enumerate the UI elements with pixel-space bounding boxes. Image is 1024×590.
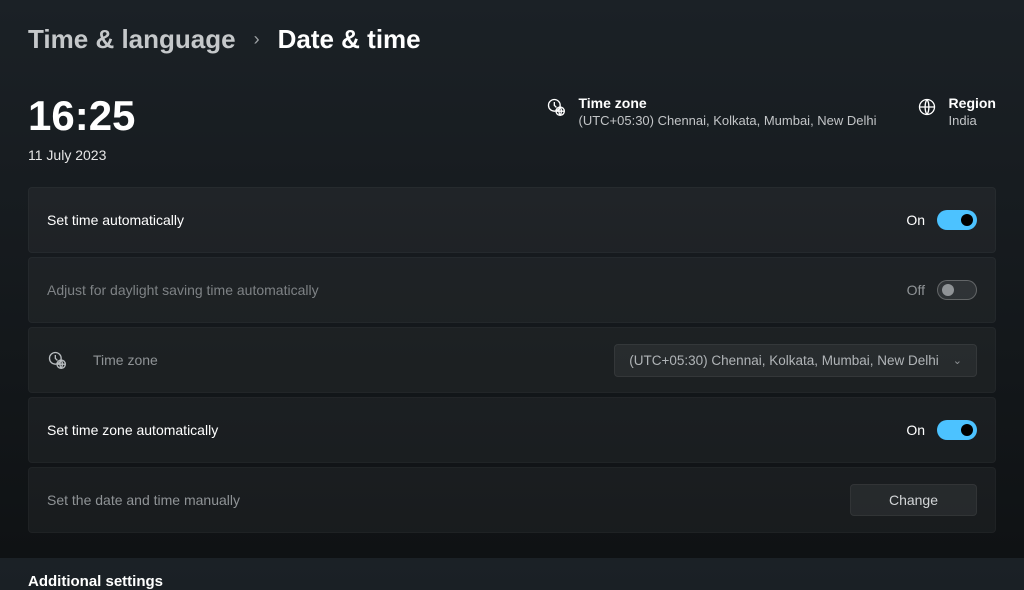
hero-region-label: Region — [949, 95, 996, 111]
clock-globe-icon — [546, 97, 566, 117]
section-heading-additional: Additional settings — [28, 573, 996, 590]
toggle-set-timezone-automatically[interactable] — [937, 420, 977, 440]
hero-timezone-info: Time zone (UTC+05:30) Chennai, Kolkata, … — [546, 95, 876, 128]
card-timezone[interactable]: Time zone (UTC+05:30) Chennai, Kolkata, … — [28, 327, 996, 393]
breadcrumb-parent[interactable]: Time & language — [28, 24, 236, 55]
breadcrumb: Time & language › Date & time — [28, 24, 996, 55]
hero-time: 16:25 — [28, 95, 135, 137]
card-label: Set time automatically — [47, 212, 184, 228]
toggle-state-text: On — [906, 422, 925, 438]
toggle-dst — [937, 280, 977, 300]
toggle-set-time-automatically[interactable] — [937, 210, 977, 230]
clock-globe-icon — [47, 350, 67, 370]
card-label: Set time zone automatically — [47, 422, 218, 438]
timezone-select[interactable]: (UTC+05:30) Chennai, Kolkata, Mumbai, Ne… — [614, 344, 977, 377]
hero-timezone-label: Time zone — [578, 95, 876, 111]
card-set-date-time-manually: Set the date and time manually Change — [28, 467, 996, 533]
card-label: Time zone — [93, 352, 158, 368]
card-label: Set the date and time manually — [47, 492, 240, 508]
select-value: (UTC+05:30) Chennai, Kolkata, Mumbai, Ne… — [629, 353, 939, 368]
breadcrumb-current: Date & time — [278, 24, 421, 55]
card-dst-automatically: Adjust for daylight saving time automati… — [28, 257, 996, 323]
toggle-state-text: Off — [907, 282, 925, 298]
hero-region-info: Region India — [917, 95, 996, 128]
toggle-state-text: On — [906, 212, 925, 228]
hero-timezone-value: (UTC+05:30) Chennai, Kolkata, Mumbai, Ne… — [578, 113, 876, 128]
hero-row: 16:25 11 July 2023 Time zone (UTC+05:30)… — [28, 95, 996, 163]
hero-time-block: 16:25 11 July 2023 — [28, 95, 135, 163]
card-set-timezone-automatically[interactable]: Set time zone automatically On — [28, 397, 996, 463]
chevron-down-icon: ⌄ — [953, 354, 962, 367]
hero-region-value: India — [949, 113, 996, 128]
hero-date: 11 July 2023 — [28, 147, 135, 163]
globe-icon — [917, 97, 937, 117]
change-button[interactable]: Change — [850, 484, 977, 516]
card-label: Adjust for daylight saving time automati… — [47, 282, 319, 298]
chevron-right-icon: › — [254, 29, 260, 50]
card-set-time-automatically[interactable]: Set time automatically On — [28, 187, 996, 253]
